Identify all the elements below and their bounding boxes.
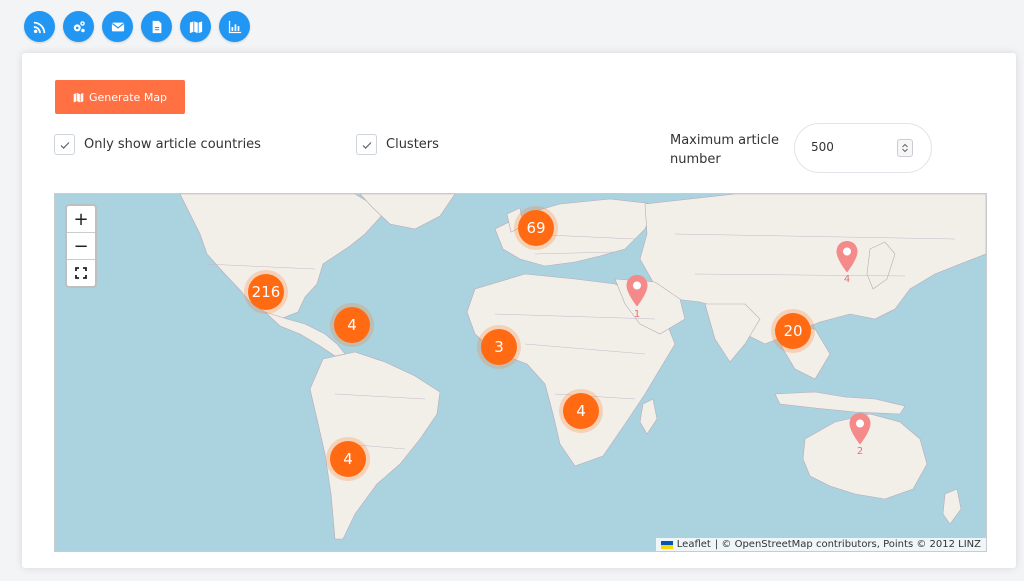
marker-cluster[interactable]: 4 [334, 307, 370, 343]
clusters-option: Clusters [356, 134, 439, 155]
settings-button[interactable] [63, 11, 94, 42]
zoom-control: + − [65, 204, 97, 288]
marker-cluster[interactable]: 69 [518, 210, 554, 246]
pin-count-label: 1 [633, 309, 641, 320]
marker-cluster[interactable]: 20 [775, 313, 811, 349]
map-card: Generate Map Only show article countries… [22, 53, 1016, 568]
file-icon [152, 20, 161, 33]
pin-count-label: 2 [856, 446, 864, 457]
clusters-label: Clusters [386, 137, 439, 152]
statistics-button[interactable] [219, 11, 250, 42]
map-attribution: Leaflet | © OpenStreetMap contributors, … [655, 538, 986, 551]
stepper-arrows-icon [902, 143, 908, 153]
attribution-text: | © OpenStreetMap contributors, Points ©… [714, 539, 981, 550]
max-article-label: Maximum article number [670, 133, 779, 167]
only-article-countries-label: Only show article countries [84, 137, 261, 152]
check-icon [362, 141, 371, 149]
marker-cluster[interactable]: 216 [248, 274, 284, 310]
only-article-countries-option: Only show article countries [54, 134, 261, 155]
toolbar [24, 11, 250, 42]
rss-button[interactable] [24, 11, 55, 42]
chart-icon [228, 20, 241, 33]
generate-map-button[interactable]: Generate Map [55, 80, 185, 114]
ukraine-flag-icon [660, 540, 673, 549]
map-icon [73, 92, 84, 102]
gears-icon [73, 20, 85, 32]
map-pin-icon[interactable] [835, 240, 859, 274]
document-button[interactable] [141, 11, 172, 42]
max-article-input[interactable]: 500 [794, 123, 932, 173]
fullscreen-icon [75, 267, 87, 279]
fullscreen-button[interactable] [67, 260, 95, 286]
marker-cluster[interactable]: 4 [330, 441, 366, 477]
clusters-checkbox[interactable] [356, 134, 377, 155]
zoom-out-button[interactable]: − [67, 233, 95, 260]
map-pin-icon[interactable] [625, 274, 649, 308]
marker-cluster[interactable]: 4 [563, 393, 599, 429]
check-icon [60, 141, 69, 149]
generate-map-label: Generate Map [88, 90, 168, 104]
leaflet-link[interactable]: Leaflet [677, 539, 711, 550]
map-pin-icon[interactable] [848, 412, 872, 446]
pin-count-label: 4 [843, 274, 851, 285]
map-icon [189, 20, 202, 33]
world-map[interactable]: + − 69 216 4 3 20 4 4 1 4 2 Leaflet | © … [54, 193, 987, 552]
rss-icon [33, 21, 45, 33]
number-stepper[interactable] [897, 139, 913, 157]
marker-cluster[interactable]: 3 [481, 329, 517, 365]
map-button[interactable] [180, 11, 211, 42]
email-button[interactable] [102, 11, 133, 42]
envelope-icon [111, 22, 124, 31]
max-article-value: 500 [811, 140, 834, 154]
only-article-countries-checkbox[interactable] [54, 134, 75, 155]
zoom-in-button[interactable]: + [67, 206, 95, 233]
